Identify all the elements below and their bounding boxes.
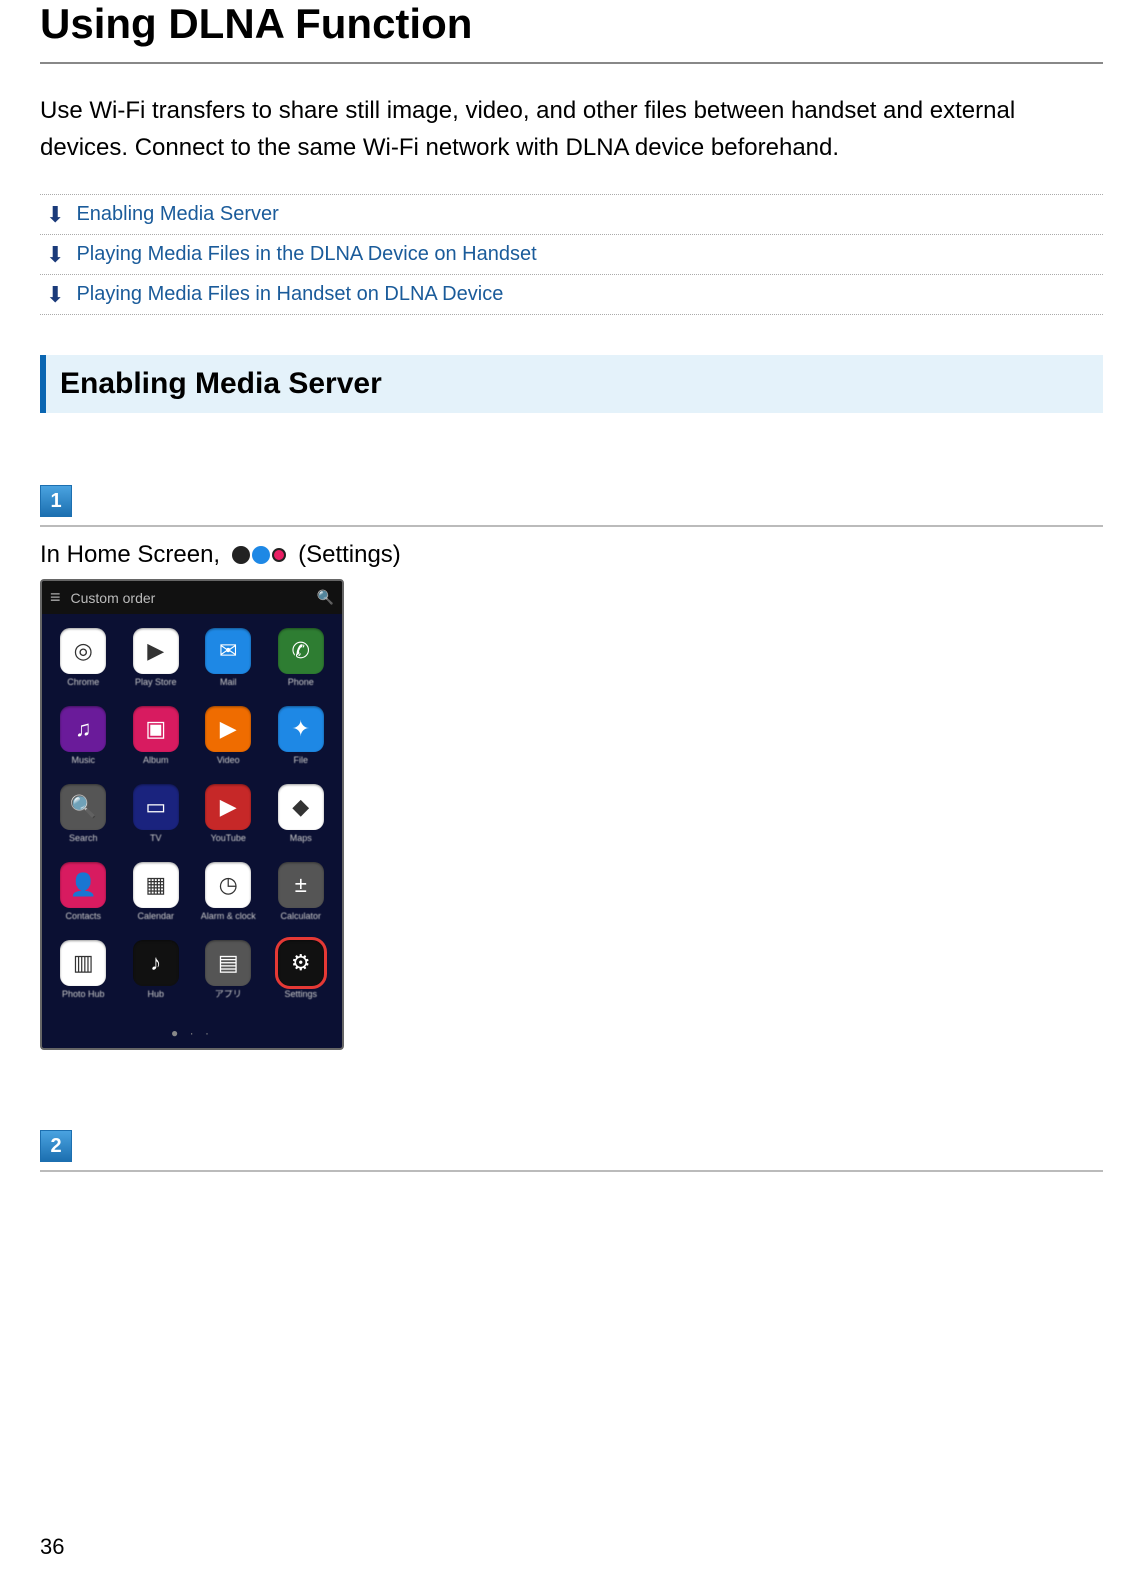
phone-screenshot: ≡ Custom order 🔍 ◎ Chrome ▶ Play Store ✉ Mail… — [40, 579, 344, 1050]
app-label: Album — [143, 756, 169, 774]
toc-link[interactable]: Enabling Media Server — [76, 203, 278, 226]
app-icon: ▶ — [133, 628, 179, 674]
app-icon: ▦ — [133, 862, 179, 908]
app-icon: 🔍 — [60, 784, 106, 830]
app-item: ▥ Photo Hub — [50, 940, 117, 1008]
app-item: ◆ Maps — [268, 784, 335, 852]
search-icon: 🔍 — [317, 589, 334, 606]
app-icon: ✉ — [205, 628, 251, 674]
step-text-prefix: In Home Screen, — [40, 541, 220, 569]
app-label: アプリ — [215, 990, 242, 1008]
app-icon: ✆ — [278, 628, 324, 674]
app-icon: ◆ — [278, 784, 324, 830]
step-number-badge: 2 — [40, 1130, 72, 1162]
table-of-contents: ⬇ Enabling Media Server ⬇ Playing Media … — [40, 194, 1103, 315]
dot-icon — [272, 548, 286, 562]
app-item: ▶ Video — [195, 706, 262, 774]
app-label: Play Store — [135, 678, 177, 696]
app-icon: ♪ — [133, 940, 179, 986]
step-1: 1 In Home Screen, (Settings) ≡ Custom or… — [40, 485, 1103, 1050]
arrow-down-icon: ⬇ — [46, 284, 64, 306]
app-item: ♪ Hub — [123, 940, 190, 1008]
app-item: ▣ Album — [123, 706, 190, 774]
app-icon: ♫ — [60, 706, 106, 752]
app-label: Chrome — [67, 678, 99, 696]
app-item: 👤 Contacts — [50, 862, 117, 930]
app-icon: ± — [278, 862, 324, 908]
toc-item[interactable]: ⬇ Enabling Media Server — [40, 195, 1103, 235]
app-icon: ▭ — [133, 784, 179, 830]
app-icon: ✦ — [278, 706, 324, 752]
app-icon: ▶ — [205, 784, 251, 830]
app-label: Maps — [290, 834, 312, 852]
app-item: ✉ Mail — [195, 628, 262, 696]
section-heading: Enabling Media Server — [40, 355, 1103, 413]
app-label: Calendar — [137, 912, 174, 930]
app-label: Search — [69, 834, 98, 852]
step-rule — [40, 525, 1103, 527]
app-label: TV — [150, 834, 162, 852]
app-label: Photo Hub — [62, 990, 105, 1008]
step-2: 2 — [40, 1130, 1103, 1172]
app-item: ♫ Music — [50, 706, 117, 774]
page-title: Using DLNA Function — [40, 0, 1103, 48]
app-icon: ▥ — [60, 940, 106, 986]
title-rule — [40, 62, 1103, 64]
app-label: Video — [217, 756, 240, 774]
app-label: YouTube — [211, 834, 246, 852]
app-icon: ▶ — [205, 706, 251, 752]
app-icon: ▤ — [205, 940, 251, 986]
arrow-down-icon: ⬇ — [46, 244, 64, 266]
toc-item[interactable]: ⬇ Playing Media Files in Handset on DLNA… — [40, 275, 1103, 315]
app-item: ◎ Chrome — [50, 628, 117, 696]
step-number-badge: 1 — [40, 485, 72, 517]
step-instruction: In Home Screen, (Settings) — [40, 541, 1103, 569]
app-item: ▦ Calendar — [123, 862, 190, 930]
app-label: File — [293, 756, 308, 774]
app-item: ⚙ Settings — [268, 940, 335, 1008]
app-item: ▤ アプリ — [195, 940, 262, 1008]
toc-link[interactable]: Playing Media Files in Handset on DLNA D… — [76, 283, 503, 306]
app-label: Mail — [220, 678, 237, 696]
app-grid: ◎ Chrome ▶ Play Store ✉ Mail ✆ Phone ♫ Music ▣ Albu… — [42, 614, 342, 1026]
step-rule — [40, 1170, 1103, 1172]
intro-paragraph: Use Wi-Fi transfers to share still image… — [40, 92, 1103, 166]
app-icon: ⚙ — [278, 940, 324, 986]
app-item: ✆ Phone — [268, 628, 335, 696]
phone-topbar: ≡ Custom order 🔍 — [42, 581, 342, 614]
arrow-circle-icon — [252, 546, 270, 564]
page-number: 36 — [40, 1534, 64, 1560]
app-label: Contacts — [65, 912, 101, 930]
app-icon: ◷ — [205, 862, 251, 908]
app-icon: ▣ — [133, 706, 179, 752]
step-text-suffix: (Settings) — [298, 541, 401, 569]
app-label: Calculator — [280, 912, 321, 930]
app-label: Hub — [147, 990, 164, 1008]
app-icon: 👤 — [60, 862, 106, 908]
app-item: ◷ Alarm & clock — [195, 862, 262, 930]
menu-icon: ≡ — [50, 587, 61, 608]
phone-topbar-label: Custom order — [71, 590, 156, 606]
app-item: ▶ Play Store — [123, 628, 190, 696]
gear-icon — [232, 546, 250, 564]
app-item: ▭ TV — [123, 784, 190, 852]
app-item: ▶ YouTube — [195, 784, 262, 852]
settings-inline-icon — [228, 544, 290, 566]
app-label: Settings — [284, 990, 317, 1008]
app-label: Phone — [288, 678, 314, 696]
app-label: Music — [71, 756, 95, 774]
app-icon: ◎ — [60, 628, 106, 674]
arrow-down-icon: ⬇ — [46, 204, 64, 226]
app-item: ✦ File — [268, 706, 335, 774]
page-indicator: ● · · — [42, 1026, 342, 1048]
app-item: 🔍 Search — [50, 784, 117, 852]
app-label: Alarm & clock — [201, 912, 256, 930]
toc-item[interactable]: ⬇ Playing Media Files in the DLNA Device… — [40, 235, 1103, 275]
toc-link[interactable]: Playing Media Files in the DLNA Device o… — [76, 243, 536, 266]
app-item: ± Calculator — [268, 862, 335, 930]
